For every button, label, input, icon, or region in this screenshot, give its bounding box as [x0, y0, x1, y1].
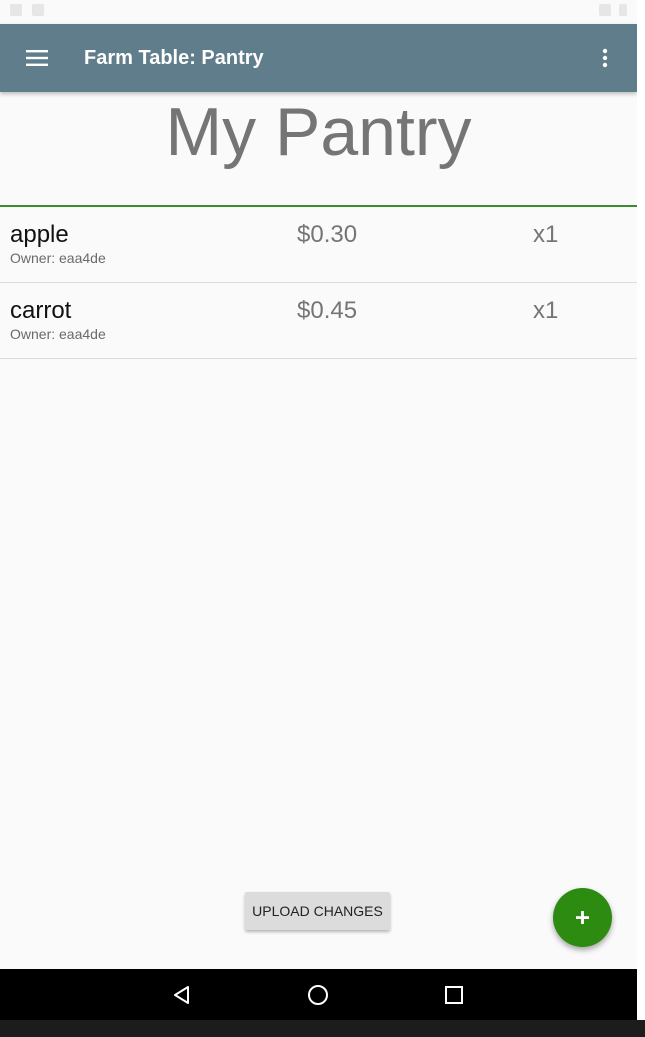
app-screen: Farm Table: Pantry My Pantry apple Owner… — [0, 0, 637, 1020]
battery-icon — [619, 4, 627, 16]
back-triangle-icon[interactable] — [169, 982, 195, 1008]
plus-icon — [576, 911, 589, 924]
status-bar — [0, 0, 637, 24]
recents-square-icon[interactable] — [441, 982, 467, 1008]
app-title: Farm Table: Pantry — [84, 47, 264, 69]
item-name: apple — [10, 221, 69, 248]
hamburger-menu-icon[interactable] — [26, 50, 48, 66]
upload-changes-button[interactable]: UPLOAD CHANGES — [245, 892, 390, 930]
item-quantity: x1 — [533, 221, 559, 248]
screen-edge — [637, 0, 645, 1037]
list-item[interactable]: carrot Owner: eaa4de $0.45 x1 — [0, 283, 637, 359]
more-vert-icon[interactable] — [596, 48, 614, 68]
notification-icon — [32, 4, 44, 16]
item-owner: Owner: eaa4de — [10, 326, 106, 342]
app-bar: Farm Table: Pantry — [0, 24, 637, 92]
add-item-button[interactable] — [553, 888, 612, 947]
notification-icon — [10, 4, 22, 16]
item-name: carrot — [10, 297, 72, 324]
screen-bottom-edge — [0, 1020, 645, 1037]
status-system-icons — [599, 4, 627, 16]
status-notification-icons — [10, 4, 44, 16]
home-circle-icon[interactable] — [305, 982, 331, 1008]
item-price: $0.45 — [297, 297, 358, 324]
system-nav-bar — [0, 969, 637, 1020]
item-owner: Owner: eaa4de — [10, 250, 106, 266]
wifi-icon — [599, 4, 611, 16]
list-item[interactable]: apple Owner: eaa4de $0.30 x1 — [0, 207, 637, 283]
item-quantity: x1 — [533, 297, 559, 324]
page-heading: My Pantry — [165, 94, 472, 170]
pantry-list: apple Owner: eaa4de $0.30 x1 carrot Owne… — [0, 207, 637, 359]
item-price: $0.30 — [297, 221, 358, 248]
